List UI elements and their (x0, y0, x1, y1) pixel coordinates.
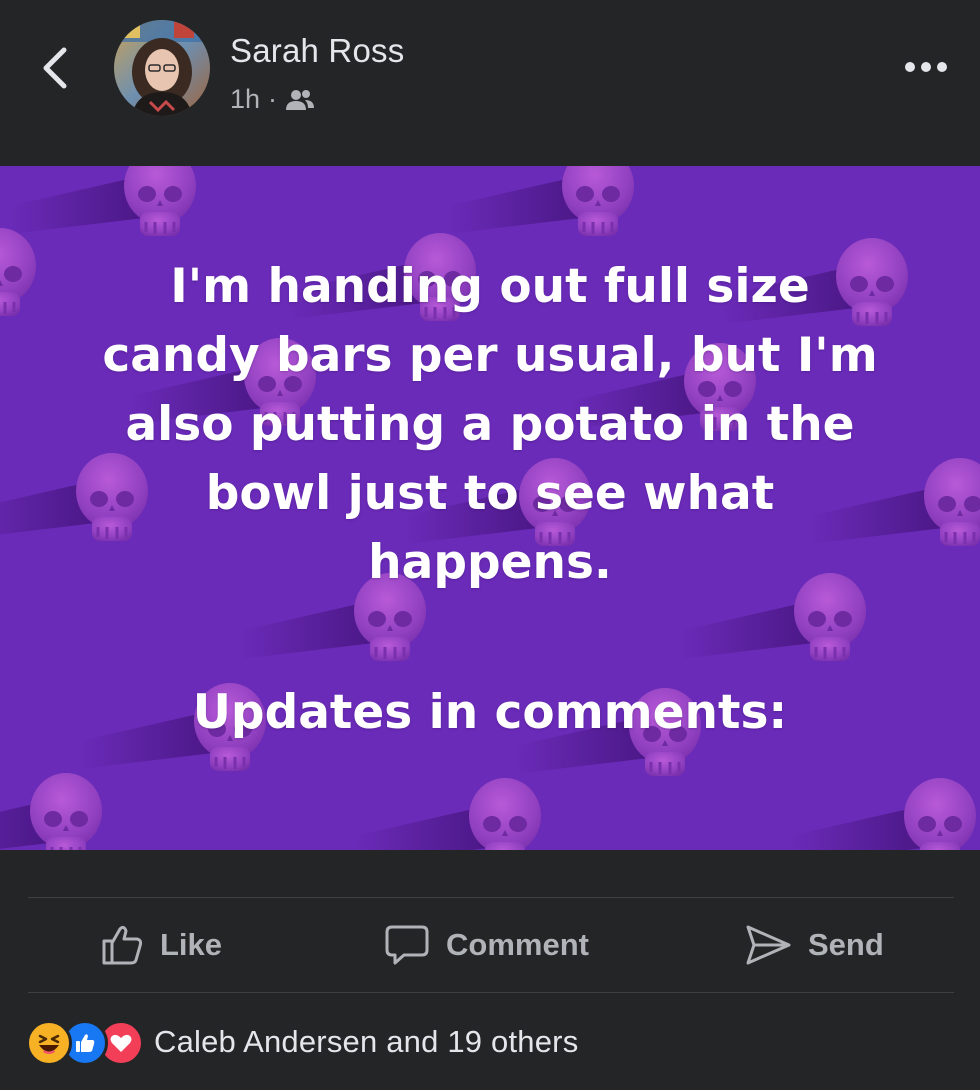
author-name[interactable]: Sarah Ross (230, 32, 404, 70)
comment-label: Comment (446, 927, 589, 962)
divider-bottom (28, 992, 954, 993)
avatar-image (114, 20, 210, 116)
author-avatar[interactable] (114, 20, 210, 116)
send-button[interactable]: Send (744, 920, 884, 970)
reactions-summary[interactable]: Caleb Andersen and 19 others (26, 1016, 578, 1068)
more-options-button[interactable] (896, 44, 956, 90)
back-button[interactable] (30, 40, 80, 96)
post-meta: 1h · (230, 84, 315, 115)
post-text: I'm handing out full size candy bars per… (102, 259, 878, 590)
friends-icon[interactable] (285, 87, 315, 113)
post-updates-line: Updates in comments: (192, 685, 788, 740)
haha-reaction-icon (26, 1020, 72, 1066)
more-horizontal-icon (905, 62, 947, 72)
reaction-summary-text[interactable]: Caleb Andersen and 19 others (154, 1024, 578, 1060)
post-time[interactable]: 1h (230, 84, 260, 115)
thumbs-up-outline-icon (102, 925, 143, 965)
reaction-icons (26, 1016, 146, 1068)
action-bar: Like Comment Send (0, 898, 980, 992)
post-header: Sarah Ross 1h · (0, 0, 980, 166)
meta-separator: · (268, 84, 278, 114)
comment-button[interactable]: Comment (384, 920, 589, 970)
like-button[interactable]: Like (100, 920, 222, 970)
send-label: Send (808, 927, 884, 962)
like-label: Like (160, 927, 223, 962)
post-image[interactable]: I'm handing out full size candy bars per… (0, 166, 980, 850)
speech-bubble-icon (385, 925, 429, 965)
paper-plane-icon (746, 925, 791, 965)
chevron-left-icon (43, 47, 67, 89)
